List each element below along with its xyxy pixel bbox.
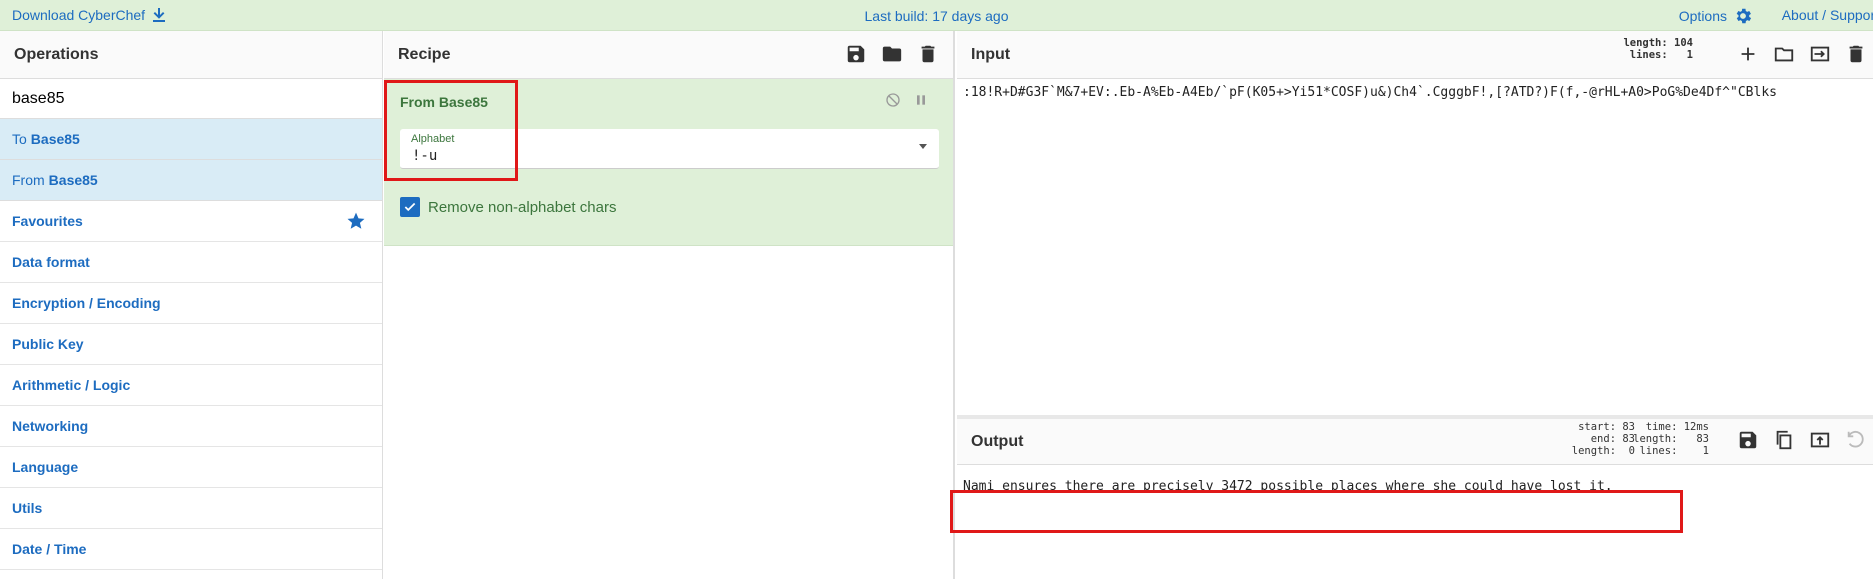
search-input[interactable] <box>12 89 382 108</box>
checkbox-label[interactable]: Remove non-alphabet chars <box>428 199 616 216</box>
operations-header: Operations <box>0 31 382 79</box>
output-meta-left: start: 83 end: 83 length: 0 <box>1571 421 1635 457</box>
download-link[interactable]: Download CyberChef <box>12 7 167 23</box>
input-meta: length: 104 lines: 1 <box>1623 37 1693 61</box>
output-title: Output <box>971 433 1024 450</box>
recipe-header: Recipe <box>384 31 953 79</box>
about-support-link[interactable]: About / Support <box>1782 7 1873 23</box>
category-label[interactable]: Encryption / Encoding <box>12 295 161 311</box>
undo-icon[interactable] <box>1845 429 1867 451</box>
category-language[interactable]: Language <box>0 447 382 488</box>
save-recipe-icon[interactable] <box>845 43 867 65</box>
highlight-box-operation <box>384 80 518 181</box>
load-recipe-icon[interactable] <box>881 43 903 65</box>
operations-search[interactable] <box>0 79 382 119</box>
category-label[interactable]: Date / Time <box>12 541 86 557</box>
pause-icon[interactable] <box>913 92 929 108</box>
copy-output-icon[interactable] <box>1773 429 1795 451</box>
result-prefix: From <box>12 172 45 188</box>
replace-input-icon[interactable] <box>1809 429 1831 451</box>
search-result-to-base85[interactable]: To Base85 <box>0 119 382 160</box>
search-result-from-base85[interactable]: From Base85 <box>0 160 382 201</box>
download-icon <box>151 7 167 23</box>
download-label[interactable]: Download CyberChef <box>12 7 145 23</box>
input-title: Input <box>971 45 1011 63</box>
operations-panel: Operations ToBase85 FromBase85 Favourite… <box>0 31 383 579</box>
category-label[interactable]: Favourites <box>12 213 83 229</box>
category-label[interactable]: Networking <box>12 418 88 434</box>
highlight-box-output <box>950 490 1683 533</box>
category-label[interactable]: Utils <box>12 500 42 516</box>
save-output-icon[interactable] <box>1737 429 1759 451</box>
output-header: Output start: 83 end: 83 length: 0 time:… <box>957 415 1873 465</box>
remove-non-alphabet-checkbox[interactable]: Remove non-alphabet chars <box>400 197 616 217</box>
category-utils[interactable]: Utils <box>0 488 382 529</box>
operations-title: Operations <box>14 45 99 63</box>
category-label[interactable]: Data format <box>12 254 90 270</box>
last-build-text: Last build: 17 days ago <box>864 8 1009 24</box>
category-data-format[interactable]: Data format <box>0 242 382 283</box>
options-button[interactable]: Options <box>1679 6 1753 26</box>
disable-icon[interactable] <box>885 92 901 108</box>
input-header: Input length: 104 lines: 1 <box>957 31 1873 79</box>
recipe-panel: Recipe From Base85 Alphabet !-u Remove n… <box>384 31 955 579</box>
category-arithmetic-logic[interactable]: Arithmetic / Logic <box>0 365 382 406</box>
open-file-icon[interactable] <box>1809 43 1831 65</box>
category-networking[interactable]: Networking <box>0 406 382 447</box>
category-date-time[interactable]: Date / Time <box>0 529 382 570</box>
category-label[interactable]: Arithmetic / Logic <box>12 377 130 393</box>
category-encryption-encoding[interactable]: Encryption / Encoding <box>0 283 382 324</box>
clear-recipe-icon[interactable] <box>917 43 939 65</box>
result-name: Base85 <box>30 131 80 147</box>
clear-input-icon[interactable] <box>1845 43 1867 65</box>
category-favourites[interactable]: Favourites <box>0 201 382 242</box>
checkbox-checked-icon[interactable] <box>400 197 420 217</box>
star-icon <box>346 211 366 231</box>
input-textarea[interactable]: :18!R+D#G3F`M&7+EV:.Eb-A%Eb-A4Eb/`pF(K05… <box>957 79 1873 415</box>
top-banner: Download CyberChef Last build: 17 days a… <box>0 0 1873 31</box>
output-meta-right: time: 12ms length: 83 lines: 1 <box>1633 421 1709 457</box>
io-panel: Input length: 104 lines: 1 :18!R+D#G3F`M… <box>950 31 1873 579</box>
category-label[interactable]: Language <box>12 459 78 475</box>
add-input-icon[interactable] <box>1737 43 1759 65</box>
result-prefix: To <box>12 131 27 147</box>
gear-icon[interactable] <box>1733 6 1753 26</box>
options-label[interactable]: Options <box>1679 8 1727 24</box>
category-public-key[interactable]: Public Key <box>0 324 382 365</box>
recipe-title: Recipe <box>398 45 451 63</box>
result-name: Base85 <box>48 172 98 188</box>
open-folder-icon[interactable] <box>1773 43 1795 65</box>
category-label[interactable]: Public Key <box>12 336 84 352</box>
chevron-down-icon[interactable] <box>919 144 927 149</box>
